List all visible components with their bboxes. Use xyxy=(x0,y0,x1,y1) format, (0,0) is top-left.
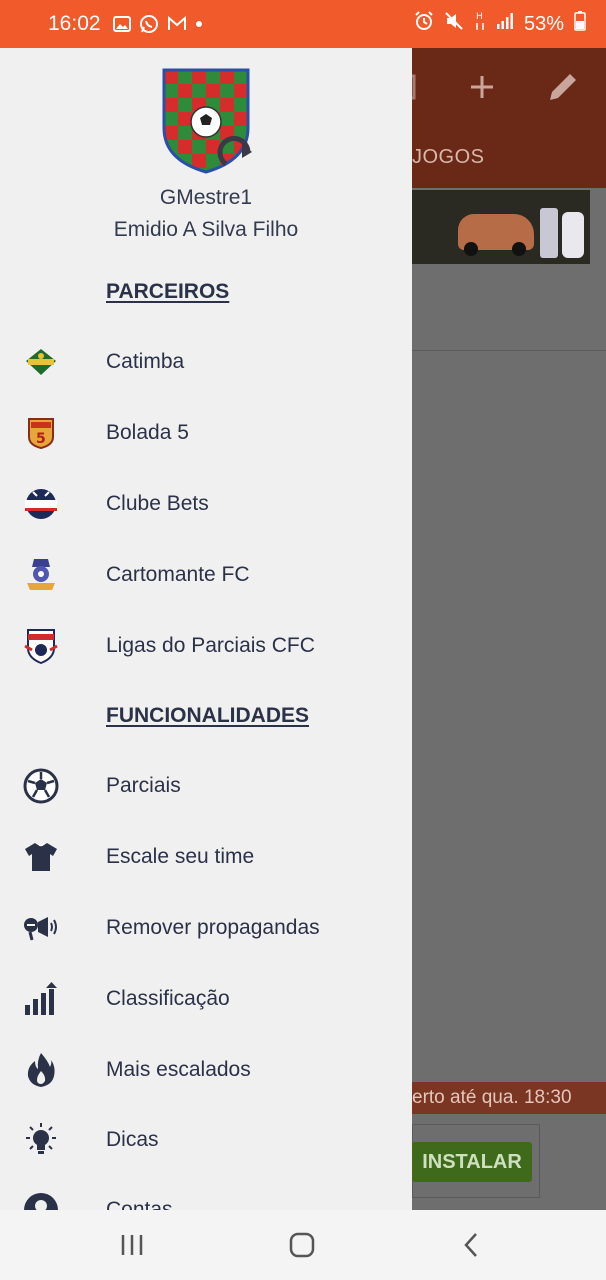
menu-item-classificacao[interactable]: Classificação xyxy=(0,969,412,1029)
menu-item-contas[interactable]: Contas xyxy=(0,1180,412,1210)
catimba-logo-icon xyxy=(22,343,60,381)
signal-icon xyxy=(496,12,514,36)
menu-label: Dicas xyxy=(106,1128,159,1151)
menu-item-parciais[interactable]: Parciais xyxy=(0,756,412,816)
system-navigation-bar xyxy=(0,1210,606,1280)
gallery-icon xyxy=(112,16,131,32)
menu-label: Escale seu time xyxy=(106,845,255,868)
menu-label: Parciais xyxy=(106,774,181,797)
menu-item-ligas-parciais-cfc[interactable]: Ligas do Parciais CFC xyxy=(0,616,412,676)
mute-icon xyxy=(444,11,464,37)
bolada5-logo-icon: 5 xyxy=(22,414,60,452)
alarm-icon xyxy=(414,11,434,37)
battery-icon xyxy=(574,11,586,37)
ad-banner-image[interactable] xyxy=(412,190,590,264)
menu-label: Mais escalados xyxy=(106,1058,251,1081)
status-time: 16:02 xyxy=(48,12,101,35)
tab-jogos[interactable]: JOGOS xyxy=(412,146,485,169)
menu-item-mais-escalados[interactable]: Mais escalados xyxy=(0,1040,412,1100)
menu-label: Clube Bets xyxy=(106,492,209,515)
menu-item-escale-seu-time[interactable]: Escale seu time xyxy=(0,827,412,887)
status-bar: 16:02 H 53% xyxy=(0,0,606,48)
plus-icon[interactable] xyxy=(468,70,496,107)
cartomante-logo-icon xyxy=(22,556,60,594)
bar-chart-icon xyxy=(22,980,60,1018)
menu-item-cartomante-fc[interactable]: Cartomante FC xyxy=(0,545,412,605)
menu-item-remover-propagandas[interactable]: Remover propagandas xyxy=(0,898,412,958)
background-toolbar: JOGOS xyxy=(398,48,606,188)
battery-percent: 53% xyxy=(523,12,564,35)
menu-label: Catimba xyxy=(106,350,185,373)
section-title-features: FUNCIONALIDADES xyxy=(106,704,309,727)
menu-item-clube-bets[interactable]: Clube Bets xyxy=(0,474,412,534)
team-shield-avatar[interactable] xyxy=(162,68,258,181)
navigation-drawer: GMestre1 Emidio A Silva Filho PARCEIROS … xyxy=(0,48,412,1210)
user-handle: GMestre1 xyxy=(159,186,253,209)
lightbulb-icon xyxy=(22,1121,60,1159)
menu-label: Contas xyxy=(106,1198,173,1210)
user-full-name: Emidio A Silva Filho xyxy=(113,218,299,241)
menu-label: Cartomante FC xyxy=(106,563,250,586)
parciais-cfc-logo-icon xyxy=(22,627,60,665)
back-button[interactable] xyxy=(462,1232,480,1263)
fire-icon xyxy=(22,1051,60,1089)
menu-item-dicas[interactable]: Dicas xyxy=(0,1110,412,1170)
network-h-icon: H xyxy=(474,10,486,38)
menu-label: Classificação xyxy=(106,987,230,1010)
install-button[interactable]: INSTALAR xyxy=(412,1142,532,1182)
clube-bets-logo-icon xyxy=(22,485,60,523)
megaphone-icon xyxy=(22,909,60,947)
dot-icon xyxy=(195,20,203,28)
section-title-partners: PARCEIROS xyxy=(106,280,230,303)
home-button[interactable] xyxy=(289,1232,315,1263)
recent-apps-button[interactable] xyxy=(120,1232,144,1263)
menu-item-bolada-5[interactable]: 5 Bolada 5 xyxy=(0,403,412,463)
menu-item-catimba[interactable]: Catimba xyxy=(0,332,412,392)
gmail-icon xyxy=(167,16,187,32)
background-app: JOGOS erto até qua. 18:30 INSTALAR xyxy=(398,48,606,1210)
menu-label: Remover propagandas xyxy=(106,916,320,939)
divider xyxy=(412,350,606,351)
soccer-ball-icon xyxy=(22,767,60,805)
svg-text:5: 5 xyxy=(36,431,46,447)
menu-label: Ligas do Parciais CFC xyxy=(106,634,315,657)
svg-text:H: H xyxy=(476,12,483,22)
account-icon xyxy=(22,1191,60,1210)
jersey-icon xyxy=(22,838,60,876)
menu-label: Bolada 5 xyxy=(106,421,189,444)
pencil-icon[interactable] xyxy=(546,70,580,109)
whatsapp-icon xyxy=(139,14,159,34)
ad-text: erto até qua. 18:30 xyxy=(412,1082,606,1114)
